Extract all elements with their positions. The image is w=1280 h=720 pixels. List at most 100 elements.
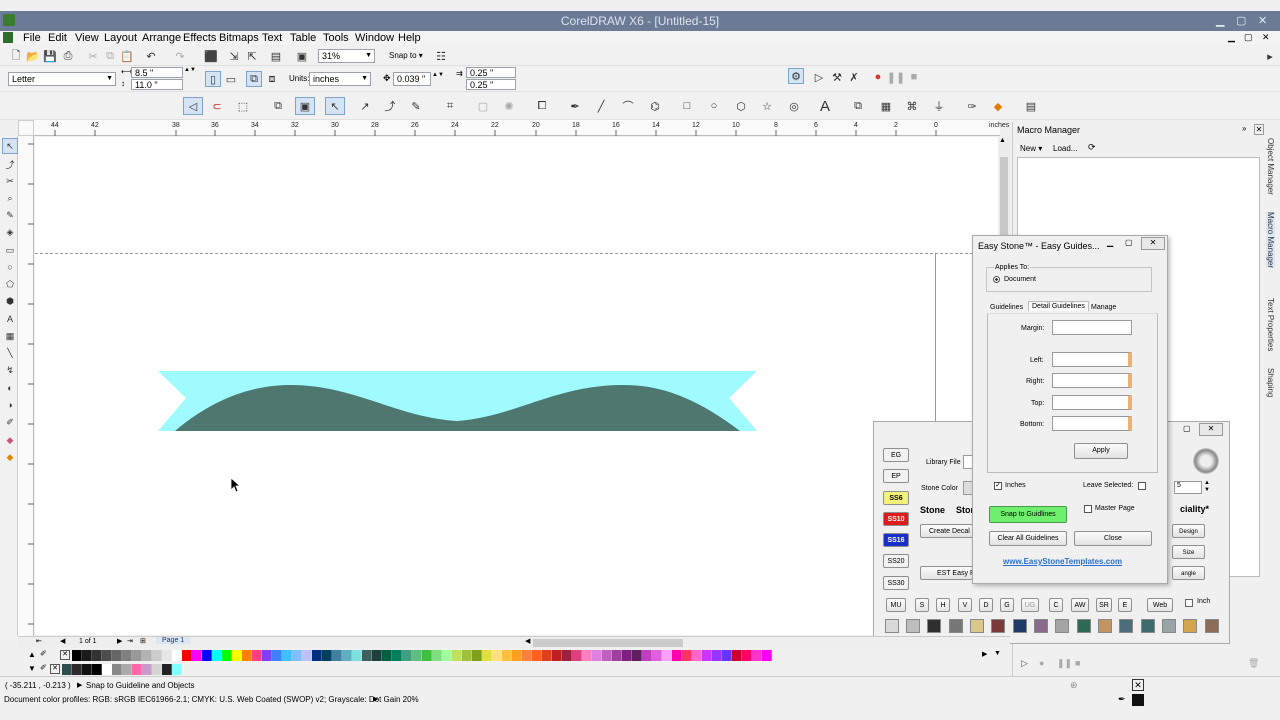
shape-tool-icon[interactable]: ⤴ (2, 156, 18, 172)
palette-swatch[interactable] (412, 650, 422, 661)
palette-swatch[interactable] (242, 650, 252, 661)
palette-swatch[interactable] (152, 664, 162, 675)
menu-table[interactable]: Table (290, 32, 316, 44)
palette-swatch[interactable] (682, 650, 692, 661)
frame-icon[interactable]: ▦ (876, 97, 896, 115)
macro-delete-icon[interactable]: 🗑 (1248, 658, 1259, 669)
pick-tool-icon[interactable]: ↖ (325, 97, 345, 115)
palette-swatch[interactable] (142, 664, 152, 675)
text-tool-icon[interactable]: A (815, 97, 835, 115)
stone-swatch[interactable] (1162, 619, 1176, 633)
scroll-left-icon[interactable]: ◀ (525, 637, 530, 645)
contour-icon[interactable]: ▢ (473, 97, 493, 115)
row-btn-aw[interactable]: AW (1071, 598, 1089, 612)
palette-swatch[interactable] (172, 664, 182, 675)
stone-swatch[interactable] (1205, 619, 1219, 633)
stone-btn-ep[interactable]: EP (883, 469, 909, 483)
doc-restore-icon[interactable]: ▢ (1244, 32, 1253, 43)
palette-swatch[interactable] (662, 650, 672, 661)
palette-swatch[interactable] (382, 650, 392, 661)
palette-swatch[interactable] (722, 650, 732, 661)
palette-swatch[interactable] (522, 650, 532, 661)
palette-swatch[interactable] (502, 650, 512, 661)
palette-swatch[interactable] (82, 664, 92, 675)
snap-to-dropdown[interactable]: Snap to ▾ (389, 51, 423, 60)
all-pages-icon[interactable]: ⧉ (246, 71, 262, 87)
stop-macro-icon[interactable]: ✗ (846, 69, 862, 85)
palette-swatch[interactable] (342, 650, 352, 661)
spiral-icon[interactable]: ◎ (784, 97, 804, 115)
palette-swatch[interactable] (752, 650, 762, 661)
pen-icon[interactable]: ✒ (565, 97, 585, 115)
page-height-field[interactable]: 11.0 " (131, 79, 183, 90)
stone-spin-field[interactable]: 5 (1174, 481, 1202, 494)
row-btn-sr[interactable]: SR (1096, 598, 1112, 612)
palette-swatch[interactable] (422, 650, 432, 661)
fill-indicator-icon[interactable]: ⊛ (1070, 680, 1078, 691)
page-width-field[interactable]: 8.5 " (131, 67, 183, 78)
polygon-icon[interactable]: ⬡ (731, 97, 751, 115)
stone-swatch[interactable] (1013, 619, 1027, 633)
palette-swatch[interactable] (322, 650, 332, 661)
palette-swatch[interactable] (162, 650, 172, 661)
inches-checkbox[interactable]: ✓ (994, 482, 1002, 490)
clear-all-guidelines-button[interactable]: Clear All Guidelines (989, 531, 1067, 546)
palette-swatch[interactable] (452, 650, 462, 661)
run-macro-icon[interactable]: ▷ (811, 69, 827, 85)
panel-close-icon[interactable]: ✕ (1199, 423, 1223, 436)
palette-swatch[interactable] (402, 650, 412, 661)
palette-row-1[interactable] (72, 650, 772, 661)
palette-swatch[interactable] (102, 650, 112, 661)
palette-swatch[interactable] (112, 664, 122, 675)
palette-swatch[interactable] (252, 650, 262, 661)
palette-swatch[interactable] (172, 650, 182, 661)
eyedropper-tool-icon[interactable]: ✐ (2, 414, 18, 430)
palette-swatch[interactable] (202, 650, 212, 661)
palette-swatch[interactable] (552, 650, 562, 661)
open-icon[interactable]: 📂 (25, 48, 41, 64)
design-button[interactable]: Design (1172, 524, 1205, 538)
dialog-minimize-icon[interactable]: ▁ (1107, 238, 1113, 247)
create-decal-button[interactable]: Create Decal C (920, 524, 973, 538)
macro-bar-icon[interactable]: ⚙ (788, 68, 804, 84)
menu-bitmaps[interactable]: Bitmaps (219, 32, 259, 44)
palette-swatch[interactable] (72, 664, 82, 675)
stone-preview-icon[interactable] (1193, 448, 1219, 474)
stone-swatch[interactable] (885, 619, 899, 633)
palette-scroll-icon[interactable]: ▲ (28, 650, 36, 659)
specialty-tab-label[interactable]: ciality* (1180, 504, 1209, 514)
record-macro-icon[interactable]: ● (870, 69, 886, 85)
copy-properties-icon[interactable]: ⧠ (532, 97, 552, 115)
palette-swatch[interactable] (472, 650, 482, 661)
line-icon[interactable]: ╱ (591, 97, 611, 115)
banner-shape[interactable] (155, 367, 775, 447)
left-field[interactable] (1052, 352, 1132, 367)
doc-close-icon[interactable]: ✕ (1262, 32, 1270, 43)
palette-swatch[interactable] (462, 650, 472, 661)
macro-stop-icon[interactable]: ■ (1075, 658, 1080, 668)
palette-swatch[interactable] (222, 650, 232, 661)
page-next-icon[interactable]: ▶ (117, 637, 122, 645)
inch-checkbox[interactable] (1185, 599, 1193, 607)
palette-swatch[interactable] (642, 650, 652, 661)
close-icon[interactable]: ✕ (1258, 11, 1267, 31)
stone-swatch[interactable] (1098, 619, 1112, 633)
stone-swatch[interactable] (1141, 619, 1155, 633)
freehand-tool-icon[interactable]: ✎ (2, 207, 18, 223)
import-icon[interactable]: ⇲ (226, 48, 242, 64)
leave-selected-checkbox[interactable] (1138, 482, 1146, 490)
palette-swatch[interactable] (762, 650, 772, 661)
palette-swatch[interactable] (602, 650, 612, 661)
arrange-icon[interactable]: ⧉ (848, 97, 868, 115)
right-field[interactable] (1052, 373, 1132, 388)
menu-arrange[interactable]: Arrange (142, 32, 181, 44)
palette-swatch[interactable] (302, 650, 312, 661)
palette-swatch[interactable] (62, 664, 72, 675)
profiles-arrow[interactable]: ▶ (373, 695, 378, 703)
palette-swatch[interactable] (632, 650, 642, 661)
palette-swatch[interactable] (652, 650, 662, 661)
palette-swatch[interactable] (512, 650, 522, 661)
row-btn-s[interactable]: S (915, 598, 929, 612)
palette-swatch[interactable] (102, 664, 112, 675)
no-color-swatch[interactable]: ✕ (60, 650, 70, 660)
